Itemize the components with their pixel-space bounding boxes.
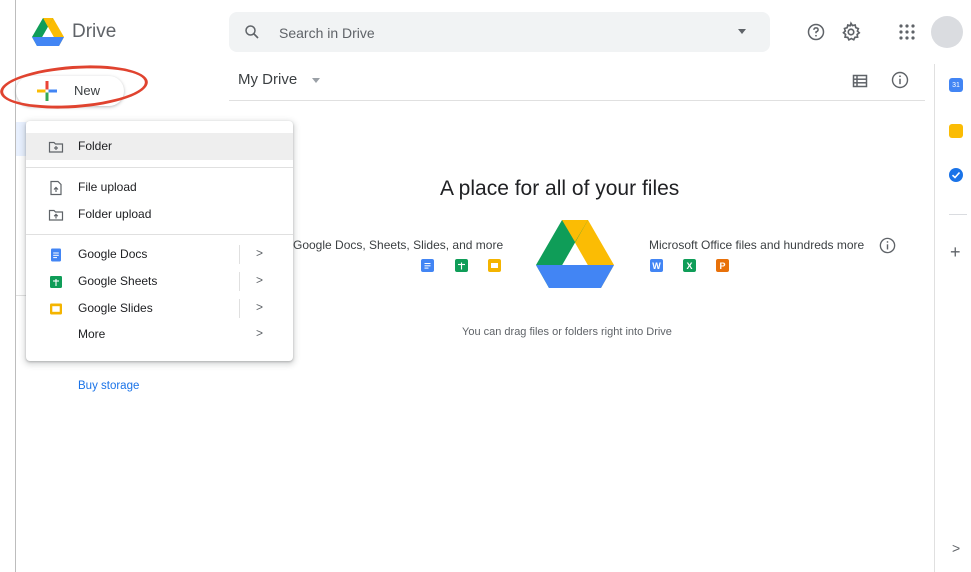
- view-details-button[interactable]: [890, 70, 910, 95]
- settings-icon: [842, 21, 861, 42]
- menu-item-label: Google Sheets: [78, 274, 158, 288]
- info-icon: [891, 71, 909, 89]
- docs-lines-glyph: [424, 263, 431, 269]
- sheets-cross-glyph: [458, 262, 465, 270]
- menu-item-google-sheets[interactable]: Google Sheets >: [26, 268, 293, 295]
- menu-item-more[interactable]: More >: [26, 321, 293, 348]
- docs-group-label: Google Docs, Sheets, Slides, and more: [293, 238, 504, 252]
- submenu-separator: [239, 272, 240, 291]
- menu-item-label: File upload: [78, 180, 137, 194]
- keep-icon[interactable]: [949, 124, 963, 138]
- google-sheets-icon: [455, 259, 468, 272]
- google-slides-icon: [50, 303, 62, 315]
- list-view-button[interactable]: [851, 72, 869, 95]
- annotation-circle: [0, 60, 150, 114]
- list-view-icon: [852, 74, 868, 88]
- calendar-icon-date: 31: [952, 81, 960, 89]
- drag-hint-text: You can drag files or folders right into…: [462, 326, 672, 338]
- google-slides-icon: [488, 259, 501, 272]
- location-dropdown-icon[interactable]: [312, 78, 320, 83]
- help-button[interactable]: [804, 20, 828, 44]
- folder-upload-icon: [48, 209, 64, 221]
- search-input[interactable]: [277, 12, 721, 54]
- menu-item-label: More: [78, 327, 106, 341]
- slides-frame-glyph: [491, 263, 498, 268]
- check-icon: [951, 171, 961, 179]
- office-group-label: Microsoft Office files and hundreds more: [649, 238, 865, 252]
- sidebar-divider: [16, 295, 26, 296]
- menu-item-google-docs[interactable]: Google Docs >: [26, 241, 293, 268]
- menu-divider: [26, 234, 293, 235]
- account-avatar[interactable]: [931, 16, 963, 48]
- help-icon: [807, 23, 825, 41]
- menu-divider: [26, 167, 293, 168]
- office-info-button[interactable]: [878, 236, 897, 260]
- powerpoint-icon: P: [716, 259, 729, 272]
- rail-divider: [949, 214, 967, 215]
- search-options-dropdown-icon[interactable]: [738, 29, 746, 34]
- get-add-ons-button[interactable]: +: [950, 242, 961, 263]
- search-icon[interactable]: [243, 23, 261, 41]
- google-docs-icon: [51, 248, 61, 262]
- buy-storage-link[interactable]: Buy storage: [78, 380, 139, 392]
- menu-item-label: Google Slides: [78, 301, 153, 315]
- excel-icon: X: [683, 259, 696, 272]
- menu-item-file-upload[interactable]: File upload: [26, 174, 293, 201]
- menu-item-label: Google Docs: [78, 247, 148, 261]
- menu-item-label: Folder upload: [78, 207, 152, 221]
- drive-logo-icon[interactable]: [32, 18, 64, 46]
- menu-item-label: Folder: [78, 139, 113, 153]
- sidebar-active-item: [16, 122, 26, 156]
- apps-grid-icon: [899, 24, 915, 40]
- google-sheets-icon: [50, 276, 62, 288]
- file-upload-icon: [50, 180, 62, 196]
- location-bar: My Drive: [229, 64, 925, 101]
- new-menu: Folder File upload Folder upload Google …: [26, 121, 293, 361]
- chevron-right-icon[interactable]: >: [256, 246, 263, 260]
- submenu-separator: [239, 299, 240, 318]
- empty-state-title: A place for all of your files: [440, 177, 680, 200]
- chevron-right-icon[interactable]: >: [256, 300, 263, 314]
- app-name: Drive: [72, 21, 117, 42]
- side-panel-rail: 31 + >: [934, 64, 971, 572]
- google-docs-icon: [421, 259, 434, 272]
- drive-logo-icon: [536, 220, 614, 288]
- expand-side-panel-button[interactable]: >: [952, 540, 960, 556]
- chevron-right-icon[interactable]: >: [256, 326, 263, 340]
- menu-item-folder-upload[interactable]: Folder upload: [26, 201, 293, 228]
- menu-item-google-slides[interactable]: Google Slides >: [26, 295, 293, 322]
- search-bar[interactable]: [229, 12, 770, 54]
- location-title[interactable]: My Drive: [238, 71, 297, 88]
- google-apps-button[interactable]: [895, 20, 919, 44]
- submenu-separator: [239, 245, 240, 264]
- word-icon: W: [650, 259, 663, 272]
- folder-add-icon: [48, 141, 64, 153]
- tasks-icon[interactable]: [949, 168, 963, 182]
- menu-item-folder[interactable]: Folder: [26, 133, 293, 160]
- info-icon: [879, 237, 896, 254]
- calendar-icon[interactable]: 31: [949, 78, 963, 92]
- settings-button[interactable]: [839, 20, 863, 44]
- chevron-right-icon[interactable]: >: [256, 273, 263, 287]
